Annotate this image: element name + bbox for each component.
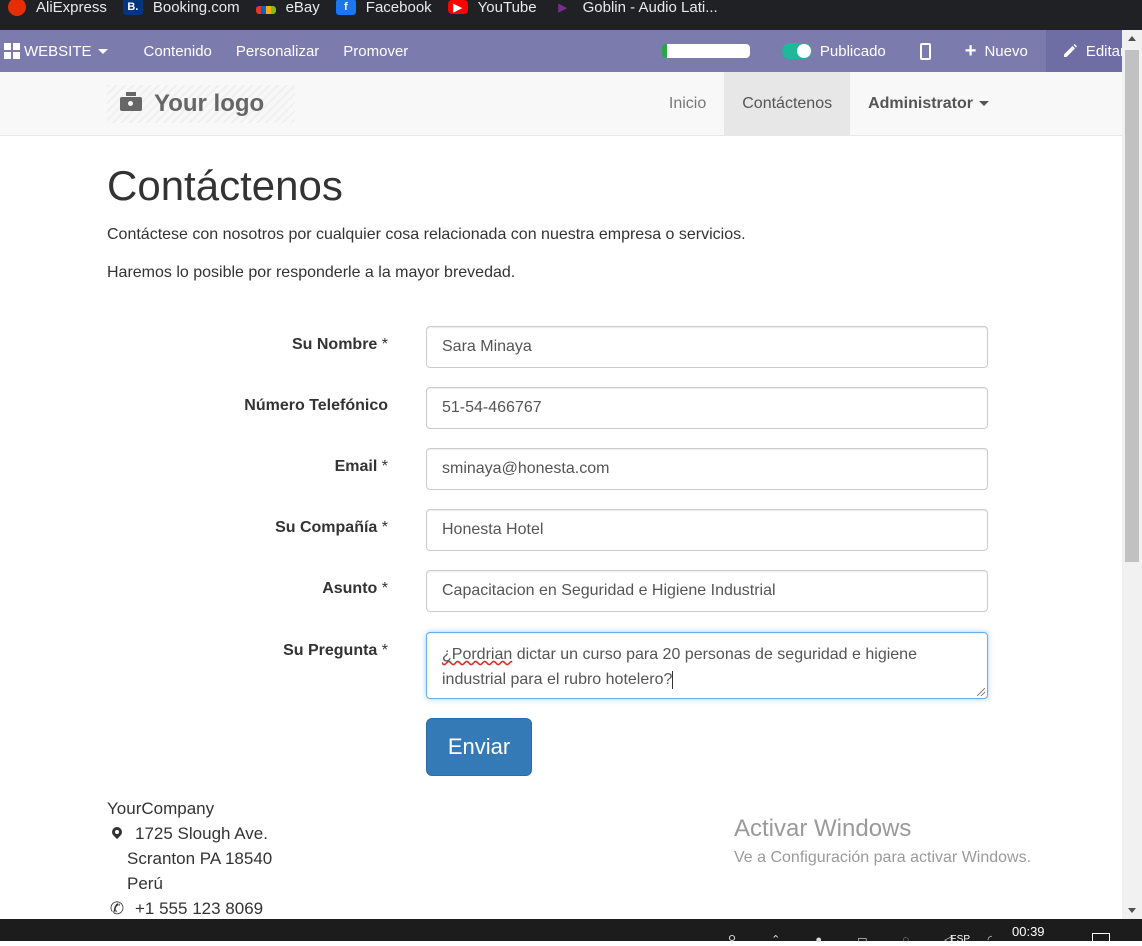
website-admin-bar: WEBSITE Contenido Personalizar Promover … xyxy=(0,30,1142,72)
publicado-label: Publicado xyxy=(819,42,886,60)
mobile-icon xyxy=(919,42,931,60)
youtube-icon: ▶ xyxy=(447,0,468,14)
bookmark-label: Goblin - Audio Lati... xyxy=(582,0,718,16)
scrollbar-thumb[interactable] xyxy=(1125,50,1139,562)
administrator-label: Administrator xyxy=(868,94,973,112)
watermark-title: Activar Windows xyxy=(734,815,912,842)
windows-taskbar: ⚲ ⌃ ● ▭ ◌ ◁ ◜ ESP 00:39 xyxy=(0,919,1142,946)
nav-administrator[interactable]: Administrator xyxy=(850,72,1007,135)
intro-text: Contáctese con nosotros por cualquier co… xyxy=(107,226,746,243)
promover-label: Promover xyxy=(343,42,409,60)
site-logo[interactable]: Your logo xyxy=(107,85,295,123)
scroll-up-arrow-icon[interactable] xyxy=(1128,36,1136,41)
bookmark-label: Booking.com xyxy=(152,0,240,16)
email-input[interactable]: sminaya@honesta.com xyxy=(426,448,988,490)
email-label: Email * xyxy=(334,458,388,475)
facebook-icon: f xyxy=(335,0,356,15)
address-country: Perú xyxy=(127,874,163,893)
phone-input[interactable]: 51-54-466767 xyxy=(426,387,988,429)
subject-label: Asunto * xyxy=(322,580,388,597)
publish-toggle[interactable]: Publicado xyxy=(770,30,898,72)
seo-progress-bar[interactable] xyxy=(661,44,750,58)
phone-number: +1 555 123 8069 xyxy=(135,899,264,918)
website-menu-label: WEBSITE xyxy=(24,42,92,60)
caret-down-icon xyxy=(979,101,989,106)
scroll-down-arrow-icon[interactable] xyxy=(1128,908,1136,913)
subject-input[interactable]: Capacitacion en Seguridad e Higiene Indu… xyxy=(426,570,988,612)
company-name: YourCompany xyxy=(107,799,215,818)
site-navbar: Your logo Inicio Contáctenos Administrat… xyxy=(0,72,1122,136)
taskbar-clock[interactable]: 00:39 xyxy=(1012,924,1045,939)
personalizar-label: Personalizar xyxy=(235,42,320,60)
bookmark-goblin[interactable]: ▶ Goblin - Audio Lati... xyxy=(553,0,718,16)
personalizar-menu[interactable]: Personalizar xyxy=(224,30,331,72)
booking-icon: B. xyxy=(122,0,143,15)
phone-icon: ✆ xyxy=(109,899,125,918)
bookmark-label: eBay xyxy=(285,0,320,16)
bookmark-youtube[interactable]: ▶ YouTube xyxy=(447,0,537,16)
editar-label: Editar xyxy=(1085,42,1125,60)
company-label: Su Compañía * xyxy=(275,519,388,536)
bookmark-label: YouTube xyxy=(477,0,537,16)
promover-menu[interactable]: Promover xyxy=(331,30,420,72)
name-input[interactable]: Sara Minaya xyxy=(426,326,988,368)
question-textarea[interactable]: ¿Pordrian dictar un curso para 20 person… xyxy=(426,632,988,699)
bookmark-label: AliExpress xyxy=(36,0,107,16)
submit-button[interactable]: Enviar xyxy=(426,718,532,776)
windows-activation-watermark: Activar Windows Ve a Configuración para … xyxy=(734,815,1031,867)
resize-handle-icon[interactable] xyxy=(977,688,985,696)
bookmark-booking[interactable]: B. Booking.com xyxy=(122,0,240,16)
toggle-switch-icon xyxy=(781,43,812,59)
company-input[interactable]: Honesta Hotel xyxy=(426,509,988,551)
bookmark-ebay[interactable]: eBay xyxy=(255,0,320,16)
address-line-2: Scranton PA 18540 xyxy=(127,849,273,868)
page-title: Contáctenos xyxy=(107,162,343,209)
mobile-preview-button[interactable] xyxy=(898,30,953,72)
nav-contactenos[interactable]: Contáctenos xyxy=(724,72,851,135)
contenido-menu[interactable]: Contenido xyxy=(132,30,224,72)
address-line-1: 1725 Slough Ave. xyxy=(135,824,268,843)
question-text: dictar un curso para 20 personas de segu… xyxy=(442,646,917,688)
plus-icon: + xyxy=(964,40,977,62)
question-label: Su Pregunta * xyxy=(283,642,388,659)
bookmark-aliexpress[interactable]: AliExpress xyxy=(8,0,107,16)
caret-down-icon xyxy=(97,48,108,54)
ebay-icon xyxy=(255,6,276,14)
footer-address: YourCompany 1725 Slough Ave. Scranton PA… xyxy=(107,796,272,921)
language-indicator[interactable]: ESP xyxy=(950,934,970,945)
nuevo-button[interactable]: + Nuevo xyxy=(953,30,1040,72)
logo-text: Your logo xyxy=(154,90,265,117)
website-menu-button[interactable]: WEBSITE xyxy=(0,30,120,72)
nuevo-label: Nuevo xyxy=(984,42,1028,60)
misspelled-word: ¿Pordrian xyxy=(442,646,513,663)
bookmarks-bar: AliExpress B. Booking.com eBay f Faceboo… xyxy=(0,0,1142,30)
apps-grid-icon xyxy=(4,43,20,59)
goblin-icon: ▶ xyxy=(558,1,567,14)
bookmark-facebook[interactable]: f Facebook xyxy=(335,0,432,16)
text-cursor xyxy=(672,670,674,689)
notification-icon[interactable] xyxy=(1092,933,1110,941)
page-scrollbar[interactable] xyxy=(1122,30,1142,919)
nav-inicio[interactable]: Inicio xyxy=(651,72,724,135)
map-marker-icon xyxy=(112,827,122,841)
aliexpress-icon xyxy=(8,0,26,16)
intro-text-secondary: Haremos lo posible por responderle a la … xyxy=(107,264,516,281)
watermark-subtitle: Ve a Configuración para activar Windows. xyxy=(734,849,1032,866)
name-label: Su Nombre * xyxy=(291,336,388,353)
pencil-icon xyxy=(1063,44,1077,57)
bookmark-label: Facebook xyxy=(365,0,432,16)
phone-label: Número Telefónico xyxy=(244,397,388,414)
camera-icon xyxy=(120,92,142,111)
contenido-label: Contenido xyxy=(143,42,212,60)
